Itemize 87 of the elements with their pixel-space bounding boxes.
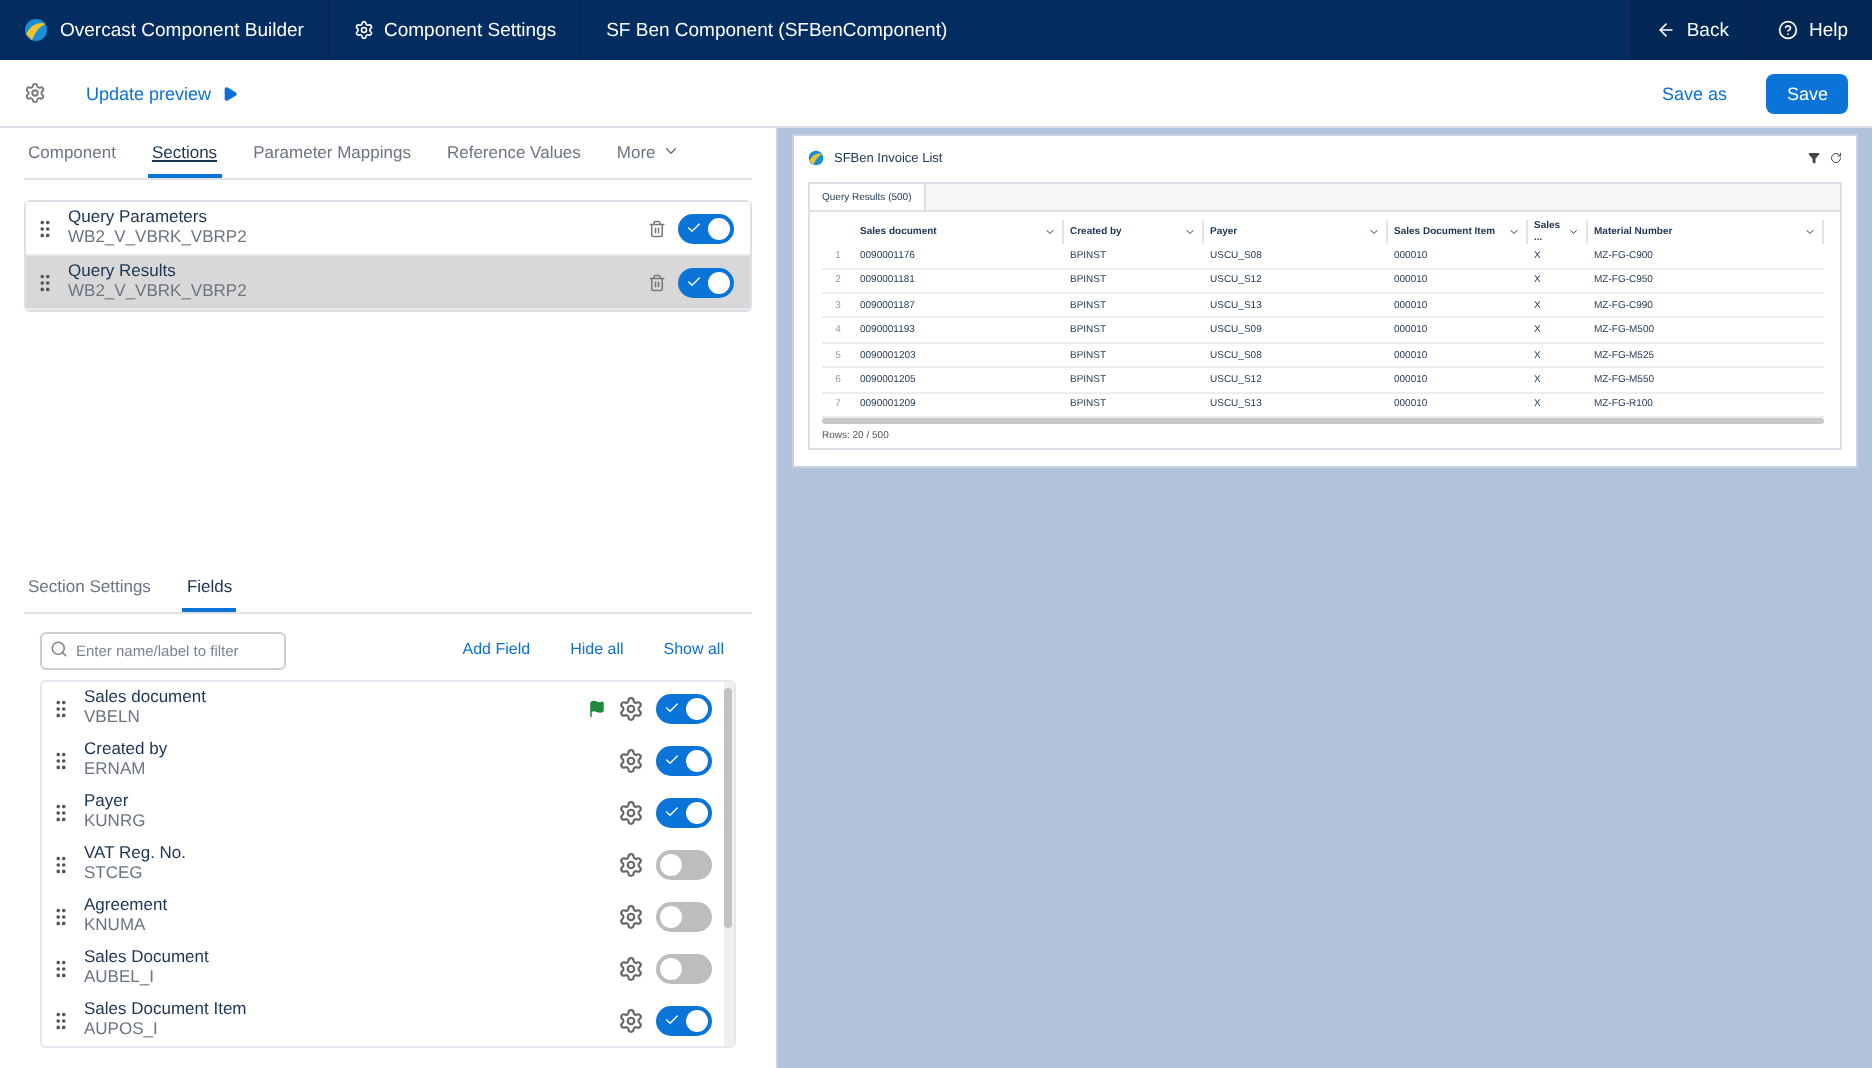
component-settings-link[interactable]: Component Settings xyxy=(353,19,557,41)
chevron-down-icon xyxy=(1568,226,1580,239)
field-toggle[interactable] xyxy=(656,693,712,723)
check-icon xyxy=(664,700,680,716)
field-label: VAT Reg. No. xyxy=(84,844,189,864)
drag-handle-icon[interactable] xyxy=(50,1009,72,1031)
section-name: Query Parameters xyxy=(68,208,209,228)
settings-icon[interactable] xyxy=(618,851,644,877)
chevron-down-icon xyxy=(661,142,680,160)
tab[interactable]: Reference Values xyxy=(442,128,585,178)
delete-icon[interactable] xyxy=(648,219,666,237)
settings-icon[interactable] xyxy=(618,955,644,981)
check-icon xyxy=(664,804,680,820)
field-action-button[interactable]: Show all xyxy=(651,634,736,664)
play-icon xyxy=(221,85,238,101)
tab[interactable]: Sections xyxy=(147,128,222,178)
app-logo-icon xyxy=(24,18,48,42)
section-row[interactable]: Query Results WB2_V_VBRK_VBRP2 xyxy=(26,256,750,310)
check-icon xyxy=(686,220,702,236)
field-action-button[interactable]: Add Field xyxy=(450,634,543,664)
save-button[interactable]: Save xyxy=(1766,73,1848,113)
section-name: Query Results xyxy=(68,262,178,282)
back-arrow-icon xyxy=(1656,20,1677,40)
filter-icon[interactable] xyxy=(1808,152,1820,165)
refresh-icon[interactable] xyxy=(1830,152,1842,165)
tab[interactable]: Parameter Mappings xyxy=(249,128,415,178)
field-name: ERNAM xyxy=(84,760,148,780)
app-title: Overcast Component Builder xyxy=(60,19,304,41)
field-label: Agreement xyxy=(84,896,170,916)
chevron-down-icon xyxy=(1368,226,1380,239)
section-table: WB2_V_VBRK_VBRP2 xyxy=(68,228,636,248)
field-label: Created by xyxy=(84,740,170,760)
more-tab[interactable]: More xyxy=(612,128,684,178)
settings-icon[interactable] xyxy=(618,1007,644,1033)
drag-handle-icon[interactable] xyxy=(34,217,56,239)
help-icon xyxy=(1778,20,1799,40)
field-action-button[interactable]: Hide all xyxy=(558,634,636,664)
field-label: Payer xyxy=(84,792,131,812)
tab[interactable]: Section Settings xyxy=(24,562,155,612)
section-toggle[interactable] xyxy=(678,213,734,243)
field-name: VBELN xyxy=(84,708,142,728)
app-logo-icon xyxy=(808,150,824,167)
check-icon xyxy=(664,752,680,768)
drag-handle-icon[interactable] xyxy=(34,271,56,293)
section-table: WB2_V_VBRK_VBRP2 xyxy=(68,282,636,302)
field-toggle[interactable] xyxy=(656,953,712,983)
chevron-down-icon xyxy=(1804,226,1816,239)
chevron-down-icon xyxy=(1044,226,1056,239)
drag-handle-icon[interactable] xyxy=(50,905,72,927)
drag-handle-icon[interactable] xyxy=(50,749,72,771)
settings-icon[interactable] xyxy=(618,695,644,721)
component-name: SF Ben Component (SFBenComponent) xyxy=(606,19,948,41)
update-preview-button[interactable]: Update preview xyxy=(74,75,250,111)
field-toggle[interactable] xyxy=(656,901,712,931)
settings-icon[interactable] xyxy=(24,82,46,104)
settings-icon[interactable] xyxy=(618,903,644,929)
drag-handle-icon[interactable] xyxy=(50,957,72,979)
save-as-button[interactable]: Save as xyxy=(1649,75,1739,111)
field-name: KNUMA xyxy=(84,916,148,936)
field-name: AUBEL_I xyxy=(84,968,156,988)
tab[interactable]: Fields xyxy=(182,562,237,612)
delete-icon[interactable] xyxy=(648,273,666,291)
settings-icon xyxy=(353,20,374,40)
field-name: AUPOS_I xyxy=(84,1020,160,1040)
check-icon xyxy=(664,1012,680,1028)
drag-handle-icon[interactable] xyxy=(50,801,72,823)
field-toggle[interactable] xyxy=(656,797,712,827)
field-label: Sales Document xyxy=(84,948,211,968)
settings-icon[interactable] xyxy=(618,747,644,773)
section-row[interactable]: Query Parameters WB2_V_VBRK_VBRP2 xyxy=(26,202,750,256)
field-toggle[interactable] xyxy=(656,849,712,879)
help-button[interactable]: Help xyxy=(1752,0,1872,60)
field-toggle[interactable] xyxy=(656,745,712,775)
settings-icon[interactable] xyxy=(618,799,644,825)
check-icon xyxy=(686,274,702,290)
section-toggle[interactable] xyxy=(678,267,734,297)
back-button[interactable]: Back xyxy=(1630,0,1753,60)
drag-handle-icon[interactable] xyxy=(50,853,72,875)
field-name: STCEG xyxy=(84,864,145,884)
chevron-down-icon xyxy=(1508,226,1520,239)
tab[interactable]: Component xyxy=(24,128,120,178)
drag-handle-icon[interactable] xyxy=(50,697,72,719)
chevron-down-icon xyxy=(1184,226,1196,239)
field-label: Sales Document Item xyxy=(84,1000,249,1020)
field-toggle[interactable] xyxy=(656,1005,712,1035)
field-name: KUNRG xyxy=(84,812,148,832)
field-label: Sales document xyxy=(84,688,208,708)
